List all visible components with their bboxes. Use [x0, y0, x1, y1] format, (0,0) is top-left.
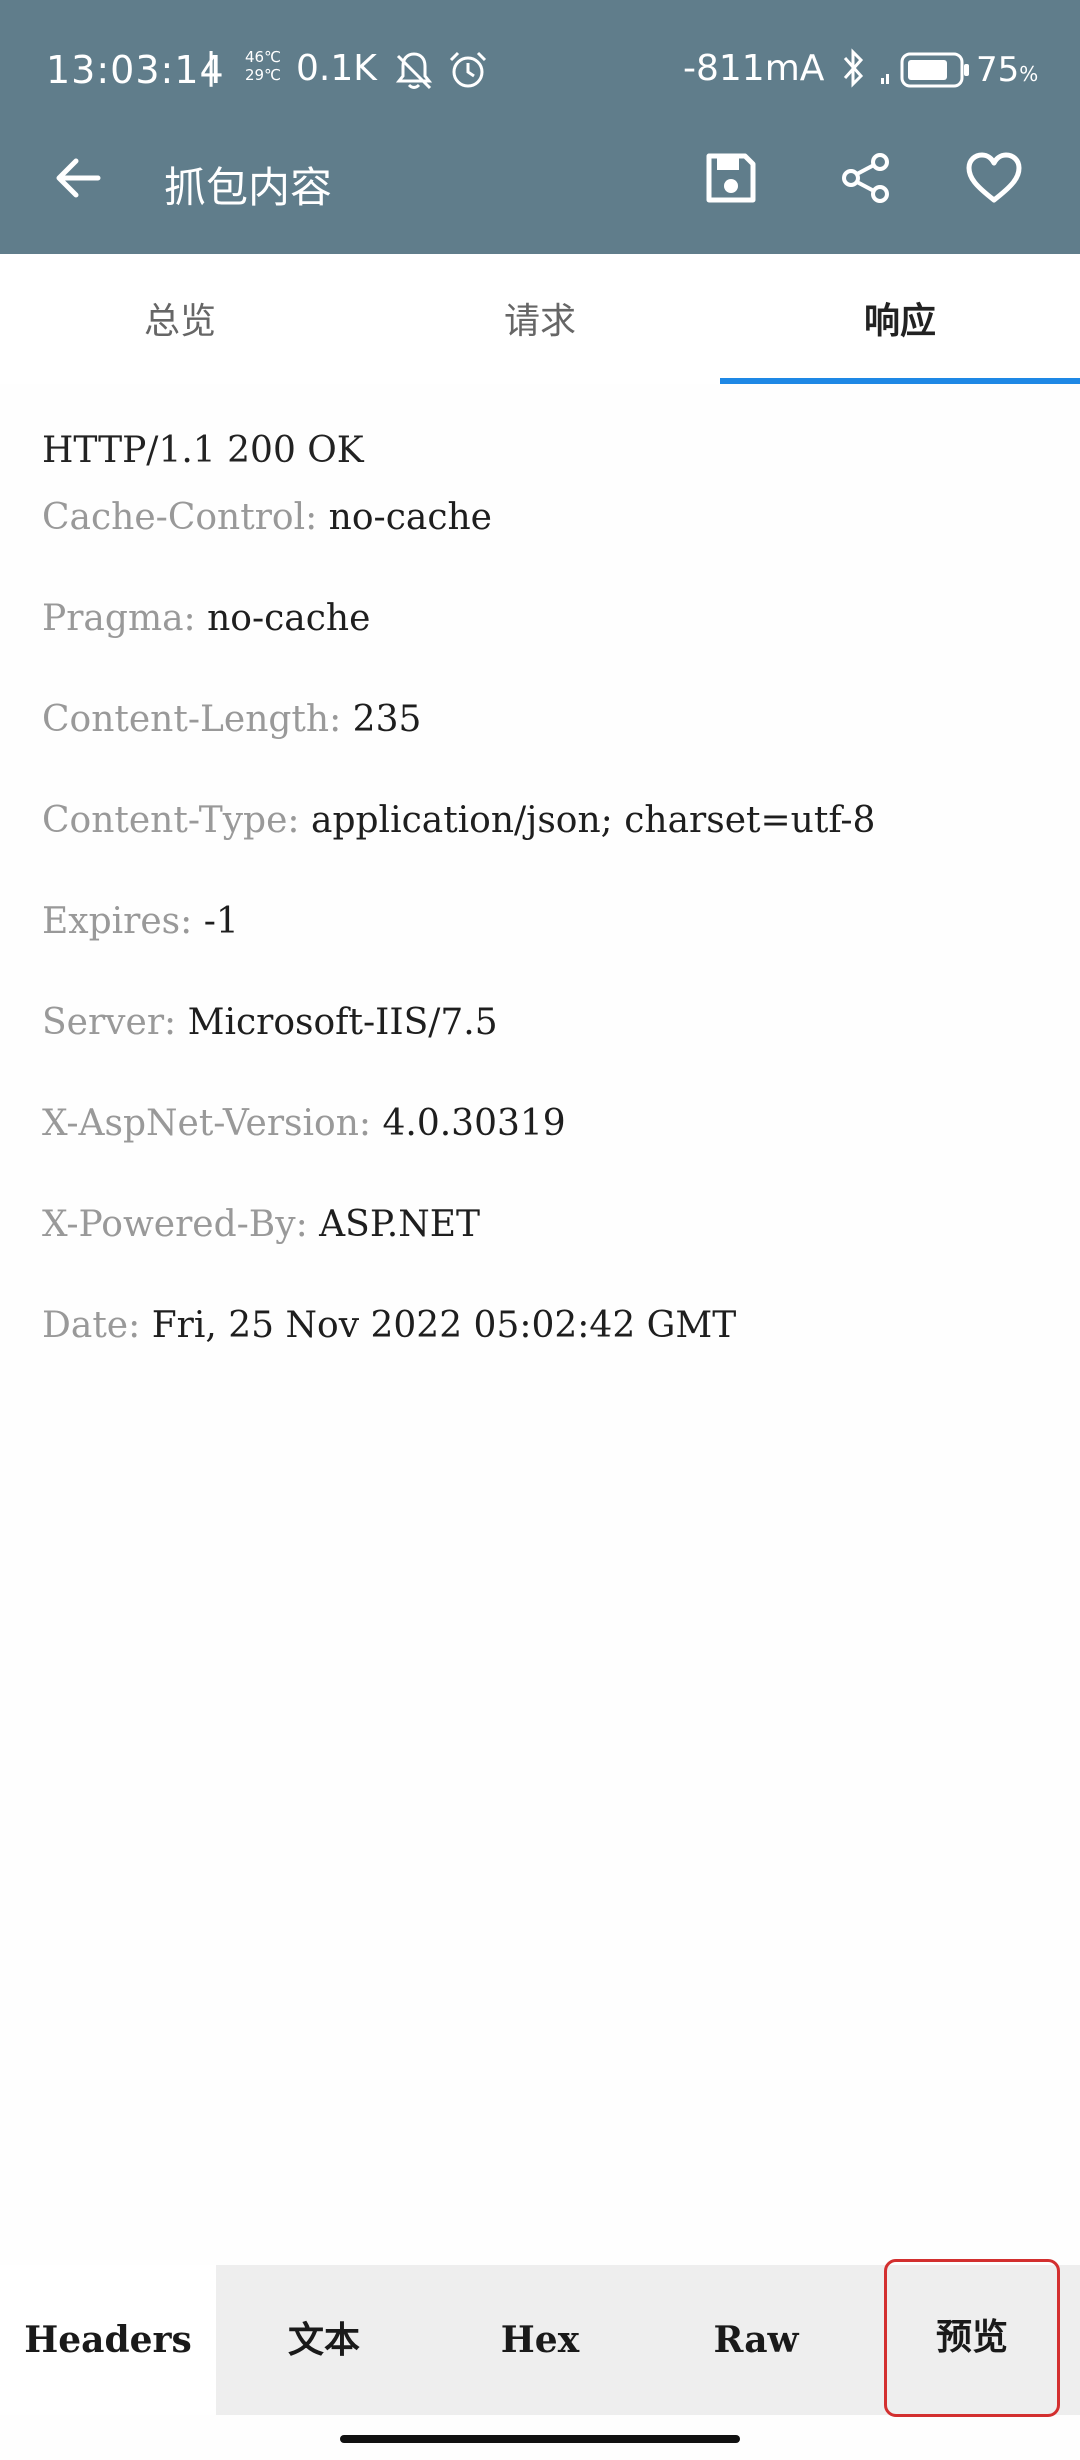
header-key: Content-Type [42, 800, 288, 841]
header-row: Pragma: no-cache [42, 601, 1042, 702]
alarm-icon [446, 48, 490, 96]
header-row: Server: Microsoft-IIS/7.5 [42, 1005, 1042, 1106]
tab-indicator [720, 378, 1080, 384]
header-key: Pragma [42, 598, 184, 639]
header-row: Date: Fri, 25 Nov 2022 05:02:42 GMT [42, 1308, 1042, 1409]
header-key: Cache-Control [42, 497, 306, 538]
temp-high: 46℃ [245, 48, 281, 66]
bottom-tab-preview[interactable]: 预览 [884, 2259, 1060, 2417]
header-key: Date [42, 1305, 129, 1346]
bottom-tab-text[interactable]: 文本 [216, 2265, 432, 2415]
header-key: X-Powered-By [42, 1204, 296, 1245]
battery-percent-value: 75 [976, 50, 1020, 90]
bottom-tabs: Headers 文本 Hex Raw 预览 [0, 2259, 1080, 2417]
save-icon[interactable] [703, 150, 759, 210]
response-status-line: HTTP/1.1 200 OK [42, 430, 364, 471]
top-tabs: 总览 请求 响应 [0, 254, 1080, 384]
status-time: 13:03:14 [46, 48, 225, 92]
tab-response[interactable]: 响应 [720, 254, 1080, 384]
tab-overview[interactable]: 总览 [0, 254, 360, 384]
share-icon[interactable] [838, 150, 894, 210]
bottom-tab-headers[interactable]: Headers [0, 2265, 216, 2415]
status-temperatures: 46℃ 29℃ [245, 48, 281, 84]
mute-icon [392, 48, 436, 96]
header-separator: : [295, 1204, 320, 1245]
bottom-tab-hex[interactable]: Hex [432, 2265, 648, 2415]
app-bar: 13:03:14 | 46℃ 29℃ 0.1K -811mA 75% 抓包内容 [0, 0, 1080, 254]
header-list: Cache-Control: no-cache Pragma: no-cache C… [42, 500, 1042, 1409]
battery-current: -811mA [683, 48, 825, 89]
header-separator: : [287, 800, 311, 841]
header-value: no-cache [207, 598, 371, 639]
battery-icon [900, 52, 972, 92]
battery-percent: 75% [976, 50, 1038, 90]
header-row: Content-Length: 235 [42, 702, 1042, 803]
header-separator: : [329, 699, 353, 740]
net-speed: 0.1K [296, 48, 377, 89]
header-row: X-Powered-By: ASP.NET [42, 1207, 1042, 1308]
header-value: application/json; charset=utf-8 [311, 800, 876, 841]
status-bar: 13:03:14 | 46℃ 29℃ 0.1K -811mA 75% [0, 0, 1080, 140]
header-value: Microsoft-IIS/7.5 [187, 1002, 498, 1043]
header-separator: : [358, 1103, 383, 1144]
header-value: -1 [203, 901, 239, 942]
header-row: Content-Type: application/json; charset=… [42, 803, 1042, 904]
header-separator: : [164, 1002, 188, 1043]
response-headers: HTTP/1.1 200 OK Cache-Control: no-cache P… [42, 430, 1042, 1409]
page-title: 抓包内容 [164, 163, 333, 212]
header-value: 4.0.30319 [382, 1103, 566, 1144]
battery-percent-unit: % [1019, 62, 1039, 86]
header-separator: : [180, 901, 204, 942]
temp-low: 29℃ [245, 66, 281, 84]
header-value: ASP.NET [319, 1204, 480, 1245]
header-key: X-AspNet-Version [42, 1103, 359, 1144]
back-arrow-icon[interactable] [50, 150, 106, 210]
bottom-tab-raw[interactable]: Raw [648, 2265, 864, 2415]
header-key: Content-Length [42, 699, 330, 740]
heart-icon[interactable] [964, 150, 1024, 210]
header-separator: : [128, 1305, 152, 1346]
status-separator: | [205, 46, 218, 87]
header-key: Server [42, 1002, 165, 1043]
header-separator: : [305, 497, 329, 538]
header-value: 235 [352, 699, 422, 740]
signal-icon [880, 68, 896, 88]
header-row: Cache-Control: no-cache [42, 500, 1042, 601]
tab-request[interactable]: 请求 [360, 254, 720, 384]
header-row: Expires: -1 [42, 904, 1042, 1005]
header-value: Fri, 25 Nov 2022 05:02:42 GMT [151, 1305, 737, 1346]
header-key: Expires [42, 901, 181, 942]
header-value: no-cache [328, 497, 492, 538]
bluetooth-icon [838, 46, 868, 94]
header-separator: : [183, 598, 208, 639]
gesture-bar[interactable] [340, 2435, 740, 2443]
header-row: X-AspNet-Version: 4.0.30319 [42, 1106, 1042, 1207]
